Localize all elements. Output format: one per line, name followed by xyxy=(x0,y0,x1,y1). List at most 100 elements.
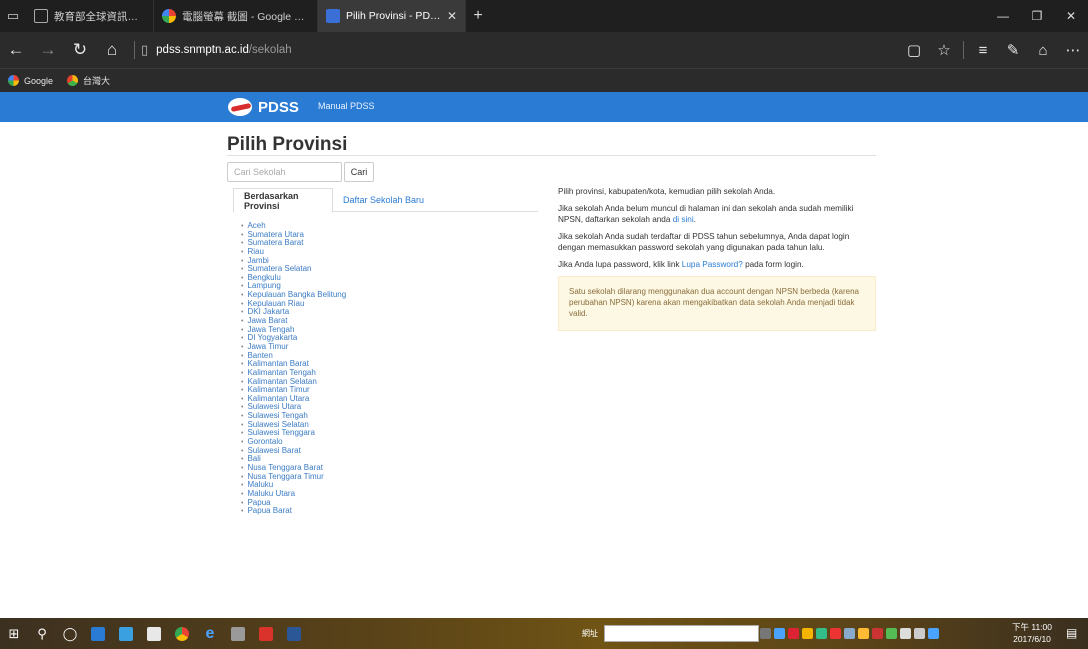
favorite-star-icon[interactable]: ☆ xyxy=(929,41,959,59)
tray-app-icon[interactable] xyxy=(858,628,869,639)
action-center-icon[interactable]: ▤ xyxy=(1066,626,1082,641)
taskbar-address-toolbar: 網址 xyxy=(582,625,759,642)
search-input[interactable] xyxy=(227,162,342,182)
tray-app-icon[interactable] xyxy=(844,628,855,639)
browser-actions: ▢ ☆ ≡ ✎ ⌂ ⋯ xyxy=(899,41,1088,59)
share-icon[interactable]: ⌂ xyxy=(1028,42,1058,59)
site-header: PDSS Manual PDSS xyxy=(0,92,1088,122)
taskbar-address-input[interactable] xyxy=(604,625,759,642)
chrome-icon[interactable] xyxy=(168,618,196,649)
info-text: Pilih provinsi, kabupaten/kota, kemudian… xyxy=(558,187,776,196)
taiwan-mobile-icon xyxy=(67,75,79,86)
tray-app-icon[interactable] xyxy=(788,628,799,639)
address-host: pdss.snmptn.ac.id xyxy=(156,44,249,56)
browser-nav-bar: ← → ↻ ⌂ ▯ pdss.snmptn.ac.id/sekolah ▢ ☆ … xyxy=(0,32,1088,68)
back-icon[interactable]: ← xyxy=(0,32,32,68)
start-icon[interactable]: ⊞ xyxy=(0,618,28,649)
info-text: Jika sekolah Anda sudah terdaftar di PDS… xyxy=(558,232,850,252)
forward-icon[interactable]: → xyxy=(32,32,64,68)
nav-divider xyxy=(134,41,135,59)
home-icon[interactable]: ⌂ xyxy=(96,32,128,68)
pdss-logo-icon xyxy=(228,98,252,116)
tab-berdasarkan-provinsi[interactable]: Berdasarkan Provinsi xyxy=(233,188,333,213)
edge-app-icon[interactable] xyxy=(84,618,112,649)
search-button[interactable]: Cari xyxy=(344,162,374,182)
search-icon[interactable]: ⚲ xyxy=(28,618,56,649)
favorites-bar: Google 台灣大 xyxy=(0,68,1088,92)
taskbar-clock[interactable]: 下午 11:00 2017/6/10 xyxy=(1012,621,1052,645)
network-icon[interactable] xyxy=(900,628,911,639)
close-icon[interactable]: ✕ xyxy=(447,9,457,23)
window-close-icon[interactable]: ✕ xyxy=(1054,0,1088,32)
maximize-icon[interactable]: ❐ xyxy=(1020,0,1054,32)
system-tray xyxy=(760,618,939,649)
favorite-label: 台灣大 xyxy=(83,76,111,86)
tab-label: Pilih Provinsi - PDSS xyxy=(346,10,441,22)
hub-icon[interactable]: ≡ xyxy=(968,42,998,59)
tray-chevron-icon[interactable] xyxy=(760,628,771,639)
task-view-icon[interactable]: ◯ xyxy=(56,618,84,649)
tab-daftar-sekolah-baru[interactable]: Daftar Sekolah Baru xyxy=(333,188,434,212)
window-icon xyxy=(34,9,48,23)
minimize-icon[interactable]: — xyxy=(986,0,1020,32)
manual-pdss-link[interactable]: Manual PDSS xyxy=(318,101,375,111)
clock-date: 2017/6/10 xyxy=(1013,634,1051,644)
more-icon[interactable]: ⋯ xyxy=(1058,41,1088,59)
forgot-password-link[interactable]: Lupa Password? xyxy=(682,260,743,269)
address-bar[interactable]: ▯ pdss.snmptn.ac.id/sekolah xyxy=(141,42,292,58)
tab-label: 教育部全球資訊網-本部各單 xyxy=(54,10,145,23)
favorite-google[interactable]: Google xyxy=(8,75,53,86)
word-icon[interactable] xyxy=(280,618,308,649)
info-text-span: pada form login. xyxy=(742,260,804,269)
tab-list-icon[interactable]: ▭ xyxy=(0,0,26,32)
province-link[interactable]: Papua Barat xyxy=(241,506,346,516)
info-panel: Pilih provinsi, kabupaten/kota, kemudian… xyxy=(558,186,876,331)
tray-app-icon[interactable] xyxy=(872,628,883,639)
ie-icon[interactable]: e xyxy=(196,618,224,649)
info-text-span: . xyxy=(693,215,696,224)
reading-view-icon[interactable]: ▢ xyxy=(899,41,929,59)
province-tabs: Berdasarkan Provinsi Daftar Sekolah Baru xyxy=(233,188,538,213)
brand-link[interactable]: PDSS xyxy=(228,94,299,120)
tray-app-icon[interactable] xyxy=(774,628,785,639)
refresh-icon[interactable]: ↻ xyxy=(64,32,96,68)
brand-name: PDSS xyxy=(258,98,299,116)
shield-app-icon[interactable] xyxy=(252,618,280,649)
new-tab-button[interactable]: + xyxy=(466,0,490,32)
browser-tab-pdss[interactable]: Pilih Provinsi - PDSS ✕ xyxy=(318,0,466,32)
ime-icon[interactable] xyxy=(928,628,939,639)
province-list: AcehSumatera UtaraSumatera BaratRiauJamb… xyxy=(241,221,346,516)
volume-icon[interactable] xyxy=(914,628,925,639)
file-explorer-icon[interactable] xyxy=(112,618,140,649)
browser-tab-google[interactable]: 電腦螢幕 截圖 - Google 搜尋 xyxy=(154,0,318,32)
favorite-label: Google xyxy=(24,75,54,86)
tray-app-icon[interactable] xyxy=(816,628,827,639)
calculator-icon[interactable] xyxy=(224,618,252,649)
title-divider xyxy=(227,155,876,156)
page-icon: ▯ xyxy=(141,42,149,57)
info-text: Jika sekolah Anda belum muncul di halama… xyxy=(558,203,876,225)
store-icon[interactable] xyxy=(140,618,168,649)
address-toolbar-label: 網址 xyxy=(582,629,598,638)
google-icon xyxy=(162,9,176,23)
info-text-span: Jika sekolah Anda belum muncul di halama… xyxy=(558,204,854,224)
tab-label: 電腦螢幕 截圖 - Google 搜尋 xyxy=(182,10,309,23)
tray-app-icon[interactable] xyxy=(802,628,813,639)
address-path: /sekolah xyxy=(248,44,292,56)
pdss-favicon xyxy=(326,9,340,23)
clock-time: 下午 11:00 xyxy=(1012,622,1053,632)
favorite-taiwan-mobile[interactable]: 台灣大 xyxy=(67,74,110,87)
info-text: Jika Anda lupa password, klik link Lupa … xyxy=(558,259,876,270)
browser-tab-moe[interactable]: 教育部全球資訊網-本部各單 xyxy=(26,0,154,32)
browser-tab-bar: ▭ 教育部全球資訊網-本部各單 電腦螢幕 截圖 - Google 搜尋 Pili… xyxy=(0,0,1088,32)
info-text-span: Jika Anda lupa password, klik link xyxy=(558,260,682,269)
google-icon xyxy=(8,75,19,86)
tray-app-icon[interactable] xyxy=(886,628,897,639)
register-school-link[interactable]: di sini xyxy=(673,215,694,224)
tray-app-icon[interactable] xyxy=(830,628,841,639)
page-title: Pilih Provinsi xyxy=(227,134,348,155)
warning-alert: Satu sekolah dilarang menggunakan dua ac… xyxy=(558,276,876,331)
windows-taskbar: ⊞ ⚲ ◯ e 網址 下午 11:00 2017/6/10 ▤ xyxy=(0,618,1088,649)
window-controls: — ❐ ✕ xyxy=(986,0,1088,32)
web-note-icon[interactable]: ✎ xyxy=(998,41,1028,59)
